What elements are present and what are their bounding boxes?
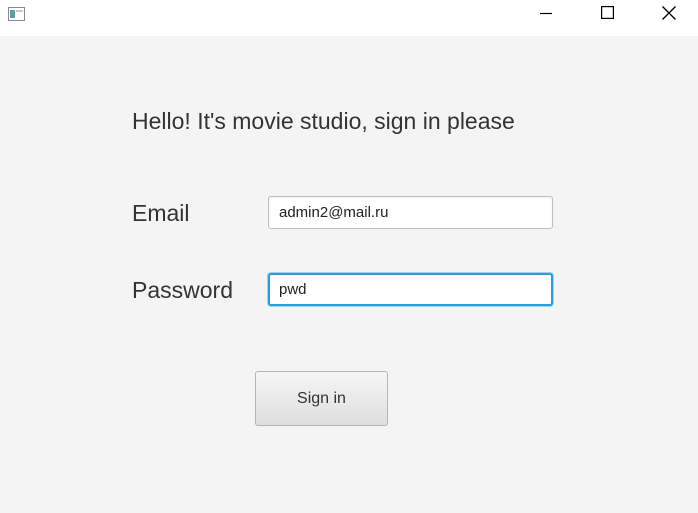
maximize-button[interactable] <box>584 0 630 30</box>
login-window: Hello! It's movie studio, sign in please… <box>0 0 698 513</box>
minimize-button[interactable] <box>523 0 569 30</box>
close-icon <box>662 5 676 25</box>
minimize-icon <box>540 6 552 24</box>
sign-in-button[interactable]: Sign in <box>255 371 388 426</box>
close-button[interactable] <box>646 0 692 30</box>
email-field[interactable] <box>268 196 553 229</box>
email-label: Email <box>132 200 190 226</box>
password-field[interactable] <box>268 273 553 306</box>
password-label: Password <box>132 277 233 303</box>
page-heading: Hello! It's movie studio, sign in please <box>132 108 515 134</box>
title-bar <box>0 0 698 36</box>
maximize-icon <box>600 6 614 24</box>
app-window-icon <box>8 7 25 21</box>
